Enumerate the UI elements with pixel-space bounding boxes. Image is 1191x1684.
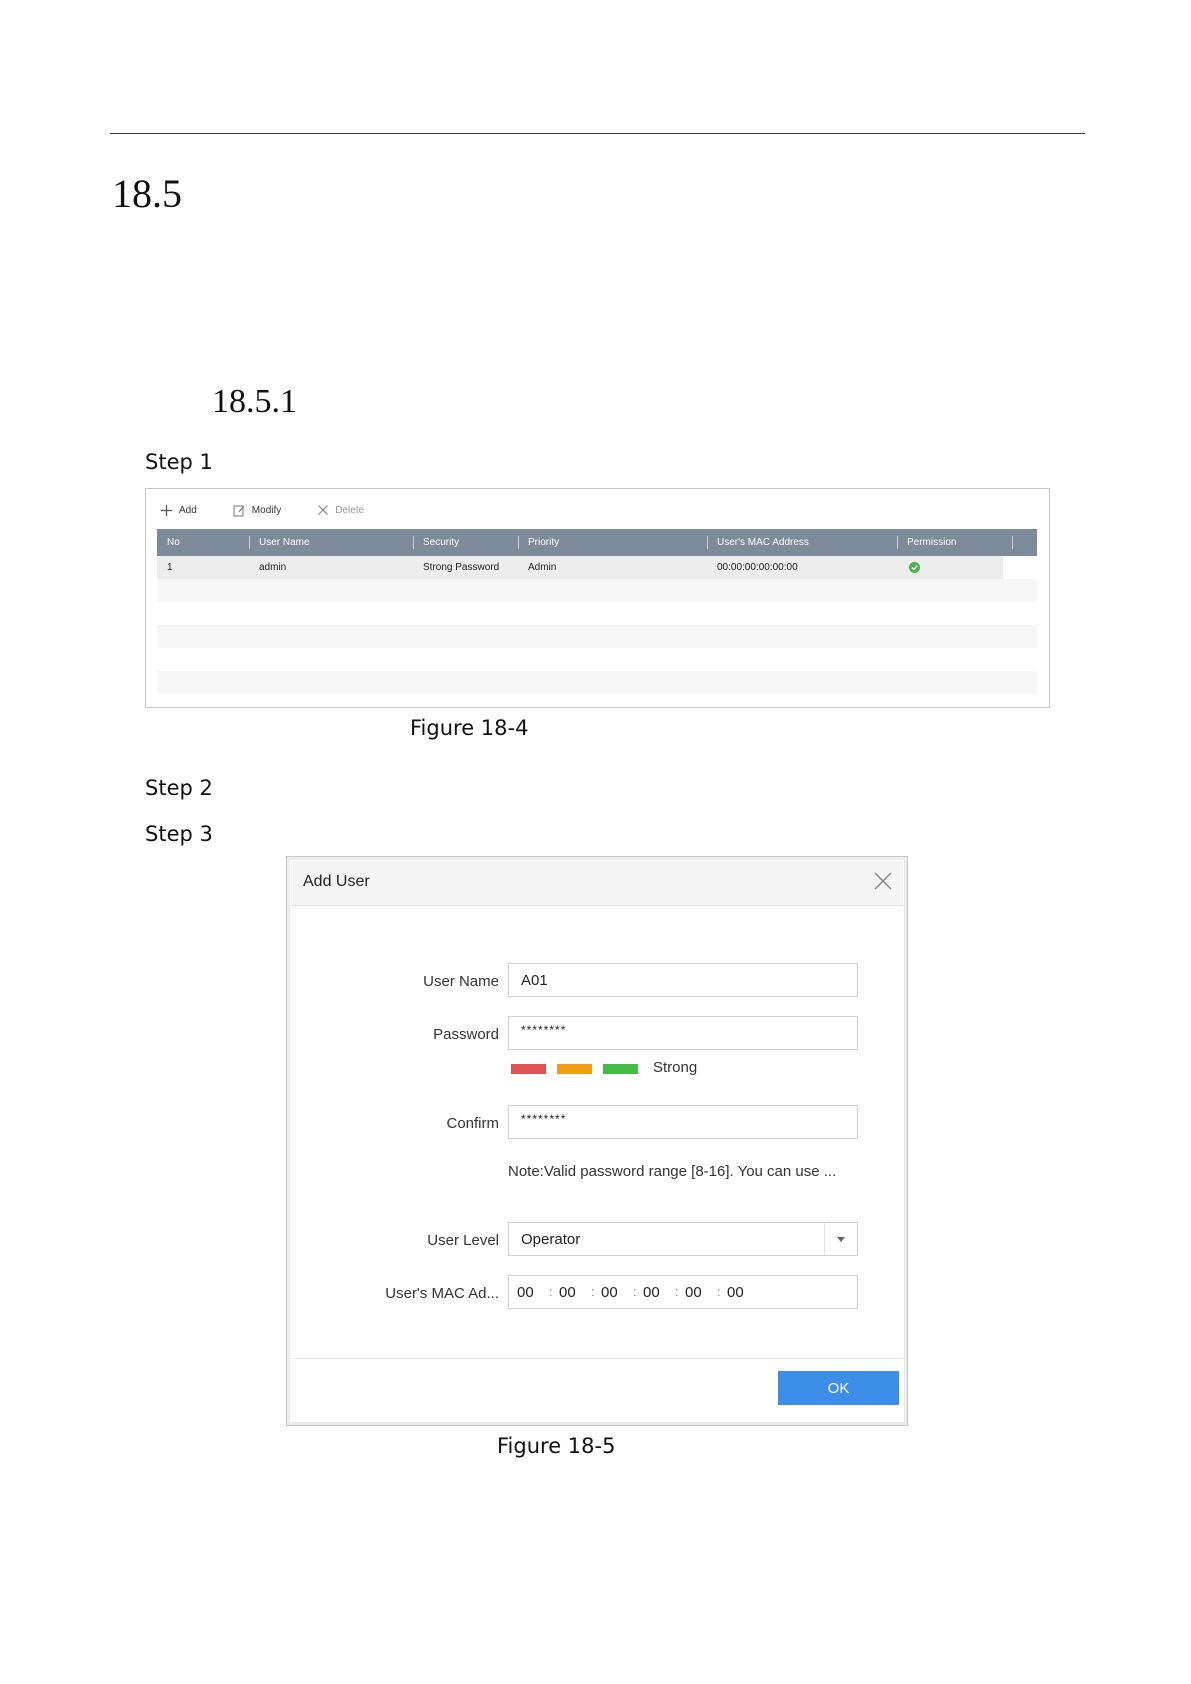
- confirm-input[interactable]: ********: [508, 1105, 858, 1139]
- table-header: No User Name Security Priority User's MA…: [157, 529, 1037, 556]
- mac-separator: :: [549, 1284, 553, 1299]
- toolbar: Add Modify Delete: [160, 499, 400, 521]
- dialog-footer: OK: [291, 1358, 903, 1421]
- confirm-label: Confirm: [446, 1115, 499, 1132]
- user-name-value: A01: [521, 972, 548, 989]
- mac-octet-6[interactable]: 00: [727, 1284, 744, 1301]
- column-header-user-name: User Name: [259, 537, 310, 548]
- ok-button[interactable]: OK: [778, 1371, 899, 1405]
- column-header-priority: Priority: [528, 537, 560, 548]
- table-row[interactable]: 1 admin Strong Password Admin 00:00:00:0…: [157, 556, 1003, 579]
- user-name-label: User Name: [423, 973, 499, 990]
- close-icon: [318, 505, 329, 515]
- cell-no: 1: [167, 562, 173, 573]
- strength-bar-weak: [511, 1064, 546, 1074]
- password-strength-label: Strong: [653, 1059, 698, 1076]
- table-row: [157, 671, 1037, 694]
- figure-18-4-caption: Figure 18-4: [410, 716, 529, 740]
- table-row: [157, 625, 1037, 648]
- table-row: [157, 602, 1037, 625]
- dialog-title: Add User: [303, 873, 370, 890]
- column-divider: [518, 536, 519, 549]
- cell-security: Strong Password: [423, 562, 500, 573]
- dialog-header: Add User: [291, 861, 903, 906]
- table-row: [157, 579, 1037, 602]
- column-divider: [1012, 536, 1013, 549]
- mac-address-input[interactable]: 00 : 00 : 00 : 00 : 00 : 00: [508, 1275, 858, 1309]
- strength-bar-medium: [557, 1064, 592, 1074]
- table-row: [157, 648, 1037, 671]
- user-name-input[interactable]: A01: [508, 963, 858, 997]
- modify-button-label: Modify: [251, 504, 282, 516]
- mac-separator: :: [633, 1284, 637, 1299]
- header-rule: [110, 133, 1085, 134]
- user-management-panel: Add Modify Delete No User Name Security …: [145, 488, 1050, 708]
- mac-octet-1[interactable]: 00: [517, 1284, 534, 1301]
- column-divider: [897, 536, 898, 549]
- figure-18-5-caption: Figure 18-5: [497, 1434, 616, 1458]
- password-value: ********: [521, 1023, 567, 1037]
- mac-octet-4[interactable]: 00: [643, 1284, 660, 1301]
- add-user-dialog: Add User User Name A01 Password ********…: [286, 856, 908, 1426]
- modify-button[interactable]: Modify: [233, 504, 281, 517]
- chevron-down-icon[interactable]: [824, 1223, 857, 1255]
- password-note: Note:Valid password range [8-16]. You ca…: [508, 1163, 837, 1180]
- step-3: Step 3: [145, 822, 213, 846]
- section-number: 18.5: [112, 171, 182, 216]
- user-level-label: User Level: [427, 1232, 499, 1249]
- password-label: Password: [433, 1026, 499, 1043]
- add-button[interactable]: Add: [160, 504, 197, 517]
- add-button-label: Add: [179, 504, 197, 516]
- user-level-select[interactable]: Operator: [508, 1222, 858, 1256]
- column-header-no: No: [167, 537, 180, 548]
- edit-icon: [233, 505, 245, 516]
- delete-button[interactable]: Delete: [317, 504, 364, 516]
- password-input[interactable]: ********: [508, 1016, 858, 1050]
- column-header-permission: Permission: [907, 537, 957, 548]
- subsection-number: 18.5.1: [212, 383, 297, 420]
- mac-label: User's MAC Ad...: [385, 1285, 499, 1302]
- mac-separator: :: [591, 1284, 595, 1299]
- user-level-value: Operator: [521, 1231, 581, 1248]
- cell-mac: 00:00:00:00:00:00: [717, 562, 798, 573]
- column-divider: [249, 536, 250, 549]
- mac-octet-5[interactable]: 00: [685, 1284, 702, 1301]
- step-2: Step 2: [145, 776, 213, 800]
- column-divider: [707, 536, 708, 549]
- mac-octet-3[interactable]: 00: [601, 1284, 618, 1301]
- mac-separator: :: [717, 1284, 721, 1299]
- cell-user-name: admin: [259, 562, 287, 573]
- mac-octet-2[interactable]: 00: [559, 1284, 576, 1301]
- column-header-security: Security: [423, 537, 460, 548]
- delete-button-label: Delete: [335, 504, 365, 516]
- check-icon: [909, 562, 920, 573]
- close-icon[interactable]: [873, 871, 893, 891]
- cell-priority: Admin: [528, 562, 557, 573]
- plus-icon: [161, 504, 172, 516]
- strength-bar-strong: [603, 1064, 638, 1074]
- column-header-mac: User's MAC Address: [717, 537, 809, 548]
- mac-separator: :: [675, 1284, 679, 1299]
- confirm-value: ********: [521, 1112, 567, 1126]
- step-1: Step 1: [145, 450, 213, 474]
- column-divider: [413, 536, 414, 549]
